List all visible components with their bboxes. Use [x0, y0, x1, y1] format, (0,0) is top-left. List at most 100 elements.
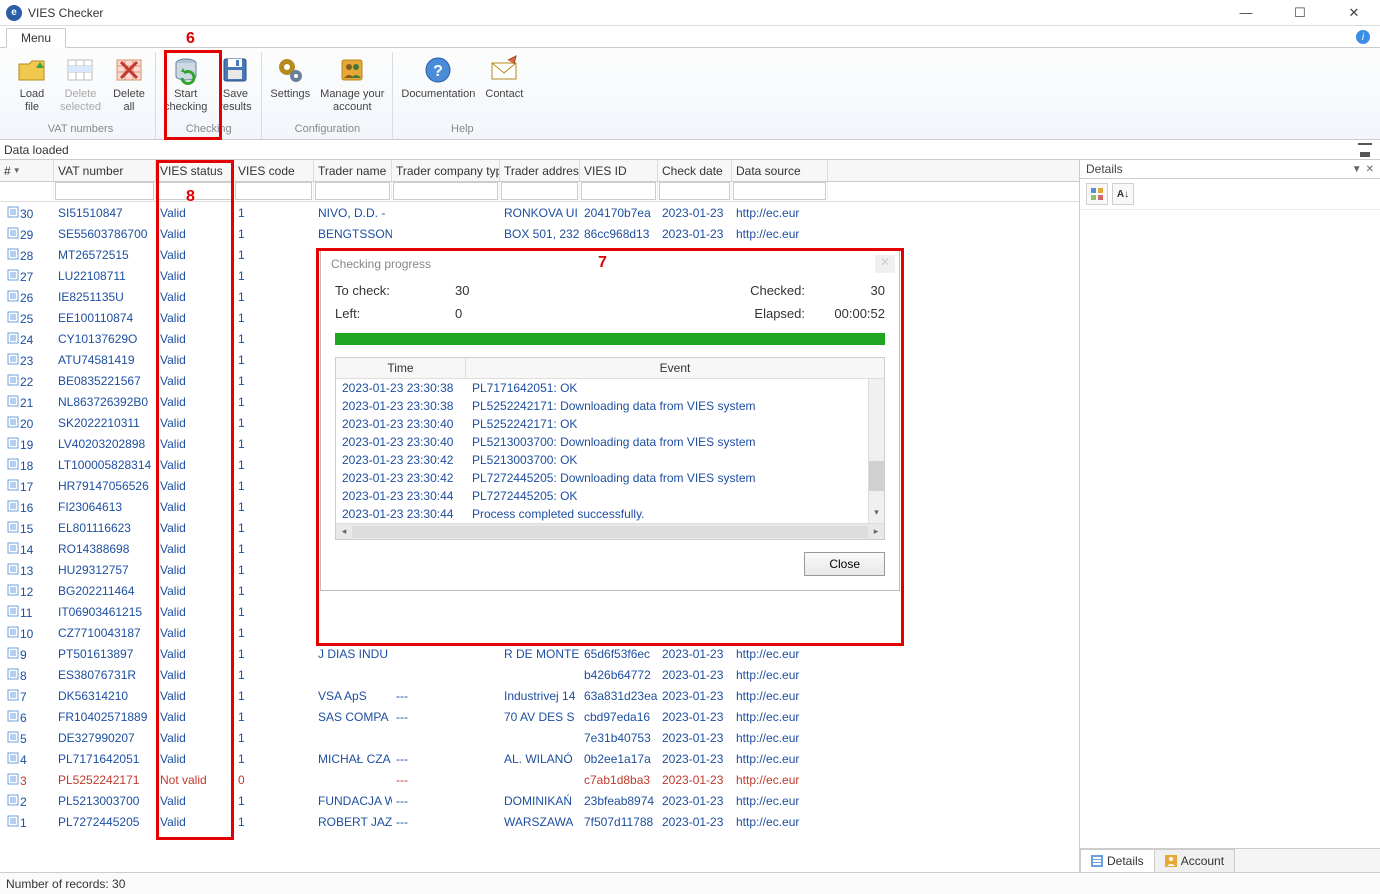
- row-icon: [6, 478, 20, 492]
- col-header-vies-code[interactable]: VIES code: [234, 160, 314, 181]
- row-icon: [6, 646, 20, 660]
- log-vscrollbar[interactable]: ▾: [868, 379, 884, 523]
- details-title: Details: [1086, 162, 1123, 176]
- load-file-button[interactable]: Loadfile: [10, 52, 54, 121]
- filter-input-7[interactable]: [581, 182, 656, 200]
- save-results-button[interactable]: Saveresults: [213, 52, 257, 121]
- left-value: 0: [455, 306, 535, 321]
- log-header-event[interactable]: Event: [466, 358, 884, 378]
- start-checking-icon: [170, 54, 202, 86]
- contact-icon: [488, 54, 520, 86]
- col-header-trader-address[interactable]: Trader address: [500, 160, 580, 181]
- record-count: Number of records: 30: [6, 877, 125, 891]
- tocheck-value: 30: [455, 283, 535, 298]
- menu-tab[interactable]: Menu: [6, 28, 66, 48]
- row-icon: [6, 226, 20, 240]
- minimize-button[interactable]: —: [1226, 5, 1266, 21]
- filter-input-6[interactable]: [501, 182, 578, 200]
- row-icon: [6, 352, 20, 366]
- categorized-view-button[interactable]: [1086, 183, 1108, 205]
- data-loaded-label: Data loaded: [4, 143, 69, 157]
- row-icon: [6, 541, 20, 555]
- documentation-button[interactable]: ?Documentation: [397, 52, 479, 121]
- log-row: 2023-01-23 23:30:42PL5213003700: OK: [336, 451, 884, 469]
- row-icon: [6, 310, 20, 324]
- options-icon[interactable]: [1358, 143, 1372, 157]
- maximize-button[interactable]: ☐: [1280, 5, 1320, 21]
- table-row[interactable]: 8ES38076731RValid1b426b647722023-01-23ht…: [0, 664, 1079, 685]
- help-info-icon[interactable]: i: [1356, 30, 1370, 44]
- manage-account-button[interactable]: Manage youraccount: [316, 52, 388, 121]
- save-results-icon: [219, 54, 251, 86]
- panel-close-icon[interactable]: ✕: [1366, 164, 1374, 175]
- table-row[interactable]: 10CZ7710043187Valid1: [0, 622, 1079, 643]
- log-row: 2023-01-23 23:30:44PL7272445205: OK: [336, 487, 884, 505]
- log-hscrollbar[interactable]: ◂▸: [336, 523, 884, 539]
- main: #▼VAT numberVIES statusVIES codeTrader n…: [0, 160, 1380, 872]
- filter-input-1[interactable]: [55, 182, 154, 200]
- log-row: 2023-01-23 23:30:38PL7171642051: OK: [336, 379, 884, 397]
- delete-all-icon: [113, 54, 145, 86]
- filter-input-9[interactable]: [733, 182, 826, 200]
- statusbar: Number of records: 30: [0, 872, 1380, 894]
- ribbon-group-label: VAT numbers: [48, 121, 113, 139]
- table-row[interactable]: 4PL7171642051Valid1MICHAŁ CZA---AL. WILA…: [0, 748, 1079, 769]
- filter-input-5[interactable]: [393, 182, 498, 200]
- col-header-check-date[interactable]: Check date: [658, 160, 732, 181]
- col-header-trader-name[interactable]: Trader name: [314, 160, 392, 181]
- col-header-data-source[interactable]: Data source: [732, 160, 828, 181]
- details-tab-icon: [1091, 855, 1103, 867]
- table-row[interactable]: 6FR10402571889Valid1SAS COMPA---70 AV DE…: [0, 706, 1079, 727]
- dialog-close-icon[interactable]: ✕: [875, 255, 895, 273]
- filter-input-8[interactable]: [659, 182, 730, 200]
- contact-button[interactable]: Contact: [481, 52, 527, 121]
- table-row[interactable]: 5DE327990207Valid17e31b407532023-01-23ht…: [0, 727, 1079, 748]
- col-header-trader-company-type[interactable]: Trader company type: [392, 160, 500, 181]
- tab-account[interactable]: Account: [1154, 849, 1235, 872]
- panel-dropdown-icon[interactable]: ▼: [1352, 164, 1362, 175]
- table-row[interactable]: 2PL5213003700Valid1FUNDACJA W---DOMINIKA…: [0, 790, 1079, 811]
- table-row[interactable]: 29SE55603786700Valid1BENGTSSONBOX 501, 2…: [0, 223, 1079, 244]
- annotation-label-7: 7: [598, 254, 607, 272]
- col-header--[interactable]: #▼: [0, 160, 54, 181]
- col-header-vies-status[interactable]: VIES status: [156, 160, 234, 181]
- filter-input-3[interactable]: [235, 182, 312, 200]
- row-icon: [6, 814, 20, 828]
- table-row[interactable]: 9PT501613897Valid1J DIAS INDUR DE MONTE6…: [0, 643, 1079, 664]
- table-row[interactable]: 1PL7272445205Valid1ROBERT JAZ---WARSZAWA…: [0, 811, 1079, 832]
- ribbon-group-label: Checking: [186, 121, 232, 139]
- log-header-time[interactable]: Time: [336, 358, 466, 378]
- close-button[interactable]: ✕: [1334, 5, 1374, 21]
- grid-header: #▼VAT numberVIES statusVIES codeTrader n…: [0, 160, 1079, 182]
- settings-button[interactable]: Settings: [266, 52, 314, 121]
- row-icon: [6, 289, 20, 303]
- tab-details[interactable]: Details: [1080, 849, 1155, 872]
- ribbon-group-help: ?DocumentationContactHelp: [393, 52, 531, 139]
- titlebar: e VIES Checker — ☐ ✕: [0, 0, 1380, 26]
- details-tabs: Details Account: [1080, 848, 1380, 872]
- row-icon: [6, 373, 20, 387]
- row-icon: [6, 772, 20, 786]
- ribbon: LoadfileDeleteselectedDeleteallVAT numbe…: [0, 48, 1380, 140]
- annotation-label-8: 8: [186, 188, 195, 206]
- filter-input-4[interactable]: [315, 182, 390, 200]
- dialog-title: Checking progress: [321, 251, 899, 277]
- row-icon: [6, 604, 20, 618]
- delete-all-button[interactable]: Deleteall: [107, 52, 151, 121]
- table-row[interactable]: 11IT06903461215Valid1: [0, 601, 1079, 622]
- start-checking-button[interactable]: Startchecking: [160, 52, 211, 121]
- col-header-vat-number[interactable]: VAT number: [54, 160, 156, 181]
- dialog-close-button[interactable]: Close: [804, 552, 885, 576]
- row-icon: [6, 331, 20, 345]
- delete-selected-icon: [64, 54, 96, 86]
- table-row[interactable]: 3PL5252242171Not valid0---c7ab1d8ba32023…: [0, 769, 1079, 790]
- log-body[interactable]: 2023-01-23 23:30:38PL7171642051: OK 2023-…: [336, 379, 884, 523]
- alphabetical-view-button[interactable]: A↓: [1112, 183, 1134, 205]
- ribbon-group-configuration: SettingsManage youraccountConfiguration: [262, 52, 393, 139]
- row-icon: [6, 247, 20, 261]
- row-icon: [6, 562, 20, 576]
- col-header-vies-id[interactable]: VIES ID: [580, 160, 658, 181]
- table-row[interactable]: 30SI51510847Valid1NIVO, D.D. -RONKOVA UI…: [0, 202, 1079, 223]
- svg-text:?: ?: [433, 63, 443, 80]
- table-row[interactable]: 7DK56314210Valid1VSA ApS---Industrivej 1…: [0, 685, 1079, 706]
